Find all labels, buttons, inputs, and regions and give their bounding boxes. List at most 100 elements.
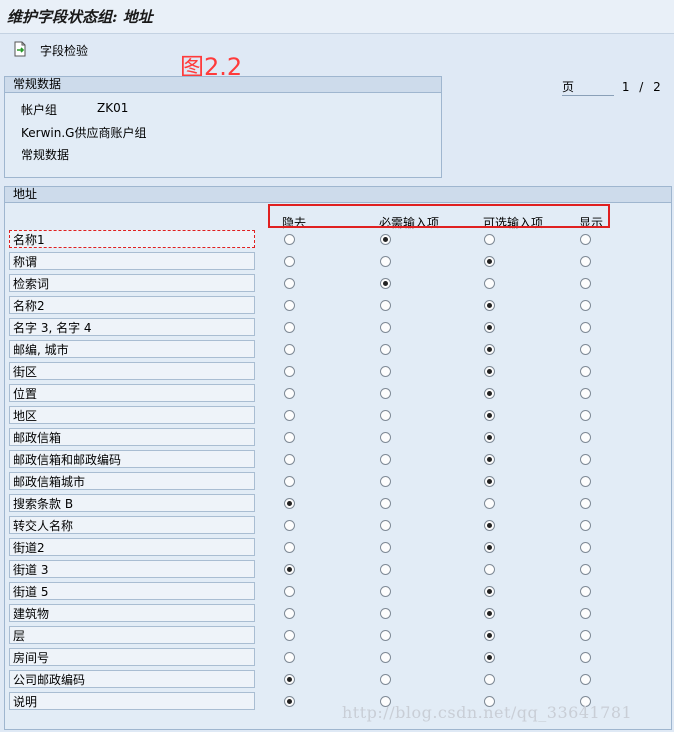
radio-display[interactable] [580, 388, 591, 399]
radio-display[interactable] [580, 586, 591, 597]
radio-required[interactable] [380, 564, 391, 575]
radio-required[interactable] [380, 542, 391, 553]
radio-optional[interactable] [484, 564, 495, 575]
radio-display[interactable] [580, 344, 591, 355]
field-check-icon[interactable] [12, 41, 28, 57]
radio-optional[interactable] [484, 498, 495, 509]
window-title: 维护字段状态组: 地址 [7, 8, 153, 26]
radio-optional[interactable] [484, 586, 495, 597]
radio-required[interactable] [380, 674, 391, 685]
toolbar: 字段检验 [0, 34, 674, 66]
radio-display[interactable] [580, 454, 591, 465]
radio-display[interactable] [580, 410, 591, 421]
page-current: 1 [621, 80, 630, 94]
radio-optional[interactable] [484, 520, 495, 531]
radio-display[interactable] [580, 520, 591, 531]
radio-display[interactable] [580, 498, 591, 509]
radio-display[interactable] [580, 278, 591, 289]
field-label: 街道2 [9, 538, 255, 556]
radio-hide[interactable] [284, 696, 295, 707]
radio-required[interactable] [380, 256, 391, 267]
radio-optional[interactable] [484, 388, 495, 399]
radio-required[interactable] [380, 322, 391, 333]
radio-required[interactable] [380, 652, 391, 663]
radio-hide[interactable] [284, 454, 295, 465]
radio-optional[interactable] [484, 652, 495, 663]
radio-optional[interactable] [484, 410, 495, 421]
radio-display[interactable] [580, 366, 591, 377]
radio-optional[interactable] [484, 608, 495, 619]
radio-required[interactable] [380, 454, 391, 465]
radio-display[interactable] [580, 542, 591, 553]
radio-display[interactable] [580, 564, 591, 575]
radio-display[interactable] [580, 256, 591, 267]
radio-hide[interactable] [284, 300, 295, 311]
radio-optional[interactable] [484, 454, 495, 465]
radio-hide[interactable] [284, 410, 295, 421]
radio-display[interactable] [580, 432, 591, 443]
radio-hide[interactable] [284, 322, 295, 333]
radio-hide[interactable] [284, 256, 295, 267]
radio-hide[interactable] [284, 366, 295, 377]
radio-display[interactable] [580, 476, 591, 487]
radio-optional[interactable] [484, 256, 495, 267]
radio-required[interactable] [380, 344, 391, 355]
radio-required[interactable] [380, 366, 391, 377]
radio-optional[interactable] [484, 278, 495, 289]
radio-display[interactable] [580, 630, 591, 641]
radio-required[interactable] [380, 410, 391, 421]
radio-required[interactable] [380, 476, 391, 487]
radio-required[interactable] [380, 520, 391, 531]
radio-required[interactable] [380, 586, 391, 597]
radio-optional[interactable] [484, 432, 495, 443]
radio-hide[interactable] [284, 388, 295, 399]
radio-optional[interactable] [484, 630, 495, 641]
radio-required[interactable] [380, 388, 391, 399]
radio-display[interactable] [580, 674, 591, 685]
radio-optional[interactable] [484, 542, 495, 553]
radio-hide[interactable] [284, 652, 295, 663]
radio-required[interactable] [380, 432, 391, 443]
radio-hide[interactable] [284, 608, 295, 619]
radio-optional[interactable] [484, 344, 495, 355]
radio-hide[interactable] [284, 564, 295, 575]
radio-optional[interactable] [484, 300, 495, 311]
radio-optional[interactable] [484, 366, 495, 377]
radio-display[interactable] [580, 300, 591, 311]
radio-required[interactable] [380, 630, 391, 641]
radio-hide[interactable] [284, 586, 295, 597]
radio-hide[interactable] [284, 432, 295, 443]
radio-required[interactable] [380, 498, 391, 509]
radio-display[interactable] [580, 608, 591, 619]
radio-hide[interactable] [284, 498, 295, 509]
radio-display[interactable] [580, 322, 591, 333]
radio-required[interactable] [380, 300, 391, 311]
radio-required[interactable] [380, 234, 391, 245]
radio-hide[interactable] [284, 630, 295, 641]
radio-display[interactable] [580, 234, 591, 245]
field-label: 邮政信箱和邮政编码 [9, 450, 255, 468]
field-label: 地区 [9, 406, 255, 424]
general-data-group: 常规数据 帐户组 ZK01 Kerwin.G供应商账户组 常规数据 [4, 76, 442, 178]
radio-display[interactable] [580, 652, 591, 663]
radio-hide[interactable] [284, 278, 295, 289]
radio-hide[interactable] [284, 476, 295, 487]
title-bar: 维护字段状态组: 地址 [0, 0, 674, 34]
account-group-description: Kerwin.G供应商账户组 [21, 126, 147, 140]
radio-hide[interactable] [284, 542, 295, 553]
radio-optional[interactable] [484, 674, 495, 685]
radio-hide[interactable] [284, 234, 295, 245]
radio-hide[interactable] [284, 520, 295, 531]
watermark-text: http://blog.csdn.net/qq_33641781 [342, 703, 633, 722]
field-label: 房间号 [9, 648, 255, 666]
field-label: 检索词 [9, 274, 255, 292]
radio-optional[interactable] [484, 476, 495, 487]
radio-optional[interactable] [484, 234, 495, 245]
radio-hide[interactable] [284, 674, 295, 685]
radio-optional[interactable] [484, 322, 495, 333]
general-data-section: 常规数据 [21, 148, 70, 162]
radio-hide[interactable] [284, 344, 295, 355]
radio-required[interactable] [380, 608, 391, 619]
field-check-button[interactable]: 字段检验 [40, 42, 88, 59]
radio-required[interactable] [380, 278, 391, 289]
